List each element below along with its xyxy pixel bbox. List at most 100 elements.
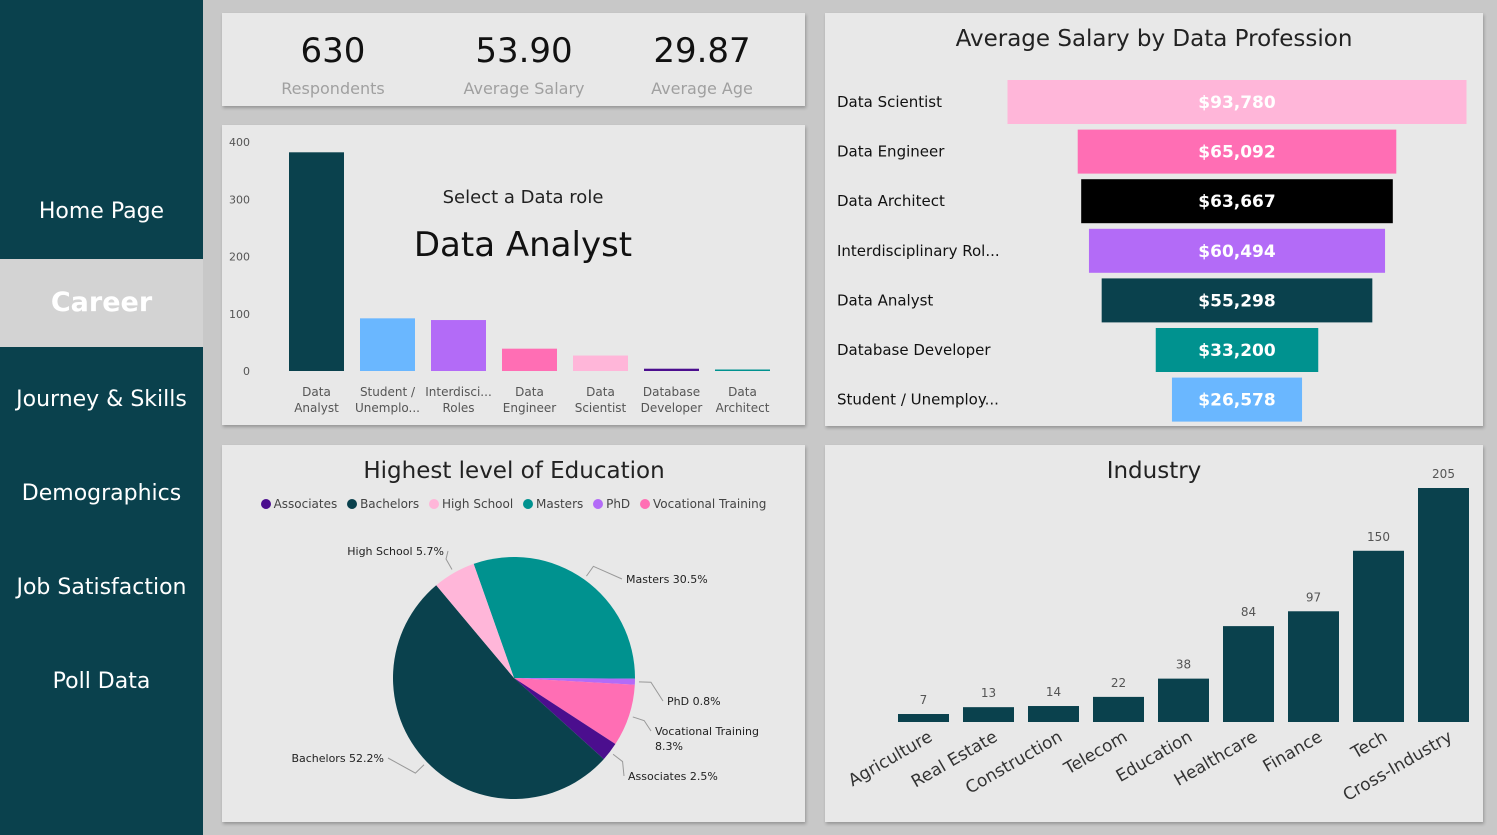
leader-line — [387, 757, 425, 774]
legend-label: Masters — [536, 497, 584, 511]
bar-0[interactable] — [289, 152, 344, 371]
pie-data-label: PhD 0.8% — [667, 695, 721, 708]
nav-journey-skills[interactable]: Journey & Skills — [0, 383, 203, 417]
industry-bar-1[interactable] — [963, 707, 1014, 722]
legend-item-vocational-training[interactable]: Vocational Training — [640, 497, 766, 511]
legend-dot-icon — [260, 499, 271, 509]
legend-dot-icon — [640, 499, 650, 509]
funnel-value-label: $60,494 — [1198, 242, 1276, 262]
bar-1[interactable] — [360, 318, 415, 371]
legend-label: Vocational Training — [653, 497, 767, 511]
legend-item-high-school[interactable]: High School — [428, 497, 514, 511]
y-tick-label: 400 — [229, 136, 250, 149]
nav-home-page[interactable]: Home Page — [0, 195, 203, 229]
industry-value-label: 22 — [1111, 676, 1126, 690]
bar-6[interactable] — [715, 369, 770, 372]
bar-4[interactable] — [573, 355, 628, 371]
pie-data-label: High School 5.7% — [347, 545, 444, 558]
funnel-value-label: $65,092 — [1198, 143, 1275, 163]
kpi-average-age: 29.87 Average Age — [607, 13, 797, 98]
y-tick-label: 0 — [243, 365, 250, 378]
industry-value-label: 14 — [1046, 685, 1061, 699]
kpi-card-panel: 630 Respondents 53.90 Average Salary 29.… — [222, 13, 805, 106]
x-tick-label: Database Developer — [641, 385, 703, 415]
legend-item-bachelors[interactable]: Bachelors — [347, 497, 419, 511]
leader-line — [586, 565, 623, 580]
kpi-average-salary: 53.90 Average Salary — [429, 13, 619, 98]
salary-funnel-panel: Average Salary by Data Profession Data S… — [825, 13, 1483, 426]
industry-value-label: 150 — [1367, 530, 1390, 544]
industry-bar-3[interactable] — [1093, 696, 1144, 722]
kpi-label: Average Salary — [463, 79, 585, 98]
funnel-value-label: $33,200 — [1198, 341, 1276, 361]
education-pie-panel: Highest level of Education Masters 30.5%… — [222, 445, 805, 822]
funnel-value-label: $26,578 — [1198, 391, 1275, 411]
legend-item-associates[interactable]: Associates — [260, 497, 338, 511]
nav-career[interactable]: Career — [0, 259, 203, 347]
education-legend: Associates Bachelors High School Masters… — [222, 497, 805, 511]
industry-bar-6[interactable] — [1288, 611, 1339, 722]
nav-demographics[interactable]: Demographics — [0, 477, 203, 511]
funnel-category-label: Database Developer — [837, 341, 991, 359]
x-tick-label: Data Architect — [716, 385, 770, 415]
industry-value-label: 38 — [1176, 658, 1191, 672]
leader-line — [638, 681, 664, 702]
leader-line — [445, 550, 453, 570]
industry-chart: Industry 7Agriculture13Real Estate14Cons… — [845, 458, 1469, 806]
industry-chart-title: Industry — [1107, 458, 1202, 484]
legend-item-masters[interactable]: Masters — [523, 497, 583, 511]
x-tick-label: Data Scientist — [575, 385, 627, 415]
y-tick-label: 200 — [229, 251, 250, 264]
education-chart-title: Highest level of Education — [363, 458, 664, 484]
industry-bar-5[interactable] — [1223, 626, 1274, 722]
funnel-value-label: $93,780 — [1198, 93, 1276, 113]
funnel-category-label: Data Architect — [837, 192, 945, 210]
industry-category-label: Cross-Industry — [1340, 727, 1456, 806]
role-count-chart: 0 100 200 300 400 Data Analyst Student / Unempl… — [229, 136, 770, 415]
nav-job-satisfaction[interactable]: Job Satisfaction — [0, 571, 203, 605]
industry-bar-0[interactable] — [898, 714, 949, 722]
bar-2[interactable] — [431, 320, 486, 371]
funnel-value-label: $63,667 — [1198, 192, 1275, 212]
industry-value-label: 7 — [920, 693, 928, 707]
bar-5[interactable] — [644, 368, 699, 371]
kpi-value: 630 — [300, 31, 366, 71]
role-selector-prompt: Select a Data role — [443, 187, 604, 208]
kpi-label: Respondents — [281, 79, 385, 98]
bar-3[interactable] — [502, 348, 557, 371]
industry-bar-8[interactable] — [1418, 488, 1469, 722]
pie-data-label: Associates 2.5% — [628, 770, 718, 783]
legend-label: Associates — [273, 497, 338, 511]
kpi-value: 29.87 — [653, 31, 751, 71]
industry-chart-panel: Industry 7 Agriculture 13 Real Estate 14 Cons… — [825, 445, 1483, 822]
y-tick-label: 100 — [229, 308, 250, 321]
funnel-category-label: Data Scientist — [837, 93, 942, 111]
leader-line — [612, 753, 625, 777]
kpi-label: Average Age — [651, 79, 753, 98]
role-count-chart-panel: 0 100 200 300 400 Data Analyst Student / Unempl… — [222, 125, 805, 425]
industry-bar-4[interactable] — [1158, 678, 1209, 722]
industry-value-label: 13 — [981, 686, 996, 700]
industry-value-label: 205 — [1432, 467, 1455, 481]
pie-data-label: Bachelors 52.2% — [291, 752, 384, 765]
selected-role-title[interactable]: Data Analyst — [414, 225, 632, 265]
legend-label: PhD — [606, 497, 631, 511]
legend-dot-icon — [428, 499, 439, 509]
nav-poll-data[interactable]: Poll Data — [0, 665, 203, 699]
industry-bar-7[interactable] — [1353, 550, 1404, 722]
y-tick-label: 300 — [229, 193, 250, 206]
industry-value-label: 84 — [1241, 605, 1256, 619]
legend-label: High School — [441, 497, 514, 511]
x-tick-label: Student / Unemplo... — [355, 385, 420, 415]
pie-data-label: Masters 30.5% — [626, 573, 708, 586]
sidebar-nav: Home Page Career Journey & Skills Demogr… — [0, 0, 203, 835]
funnel-category-label: Interdisciplinary Rol... — [837, 242, 1000, 260]
funnel-value-label: $55,298 — [1198, 291, 1275, 311]
industry-value-label: 97 — [1306, 590, 1321, 604]
legend-item-phd[interactable]: PhD — [593, 497, 630, 511]
kpi-respondents: 630 Respondents — [238, 13, 428, 98]
industry-bar-2[interactable] — [1028, 706, 1079, 722]
legend-dot-icon — [523, 499, 534, 509]
x-tick-label: Data Engineer — [503, 385, 557, 415]
salary-chart-title: Average Salary by Data Profession — [956, 26, 1353, 52]
